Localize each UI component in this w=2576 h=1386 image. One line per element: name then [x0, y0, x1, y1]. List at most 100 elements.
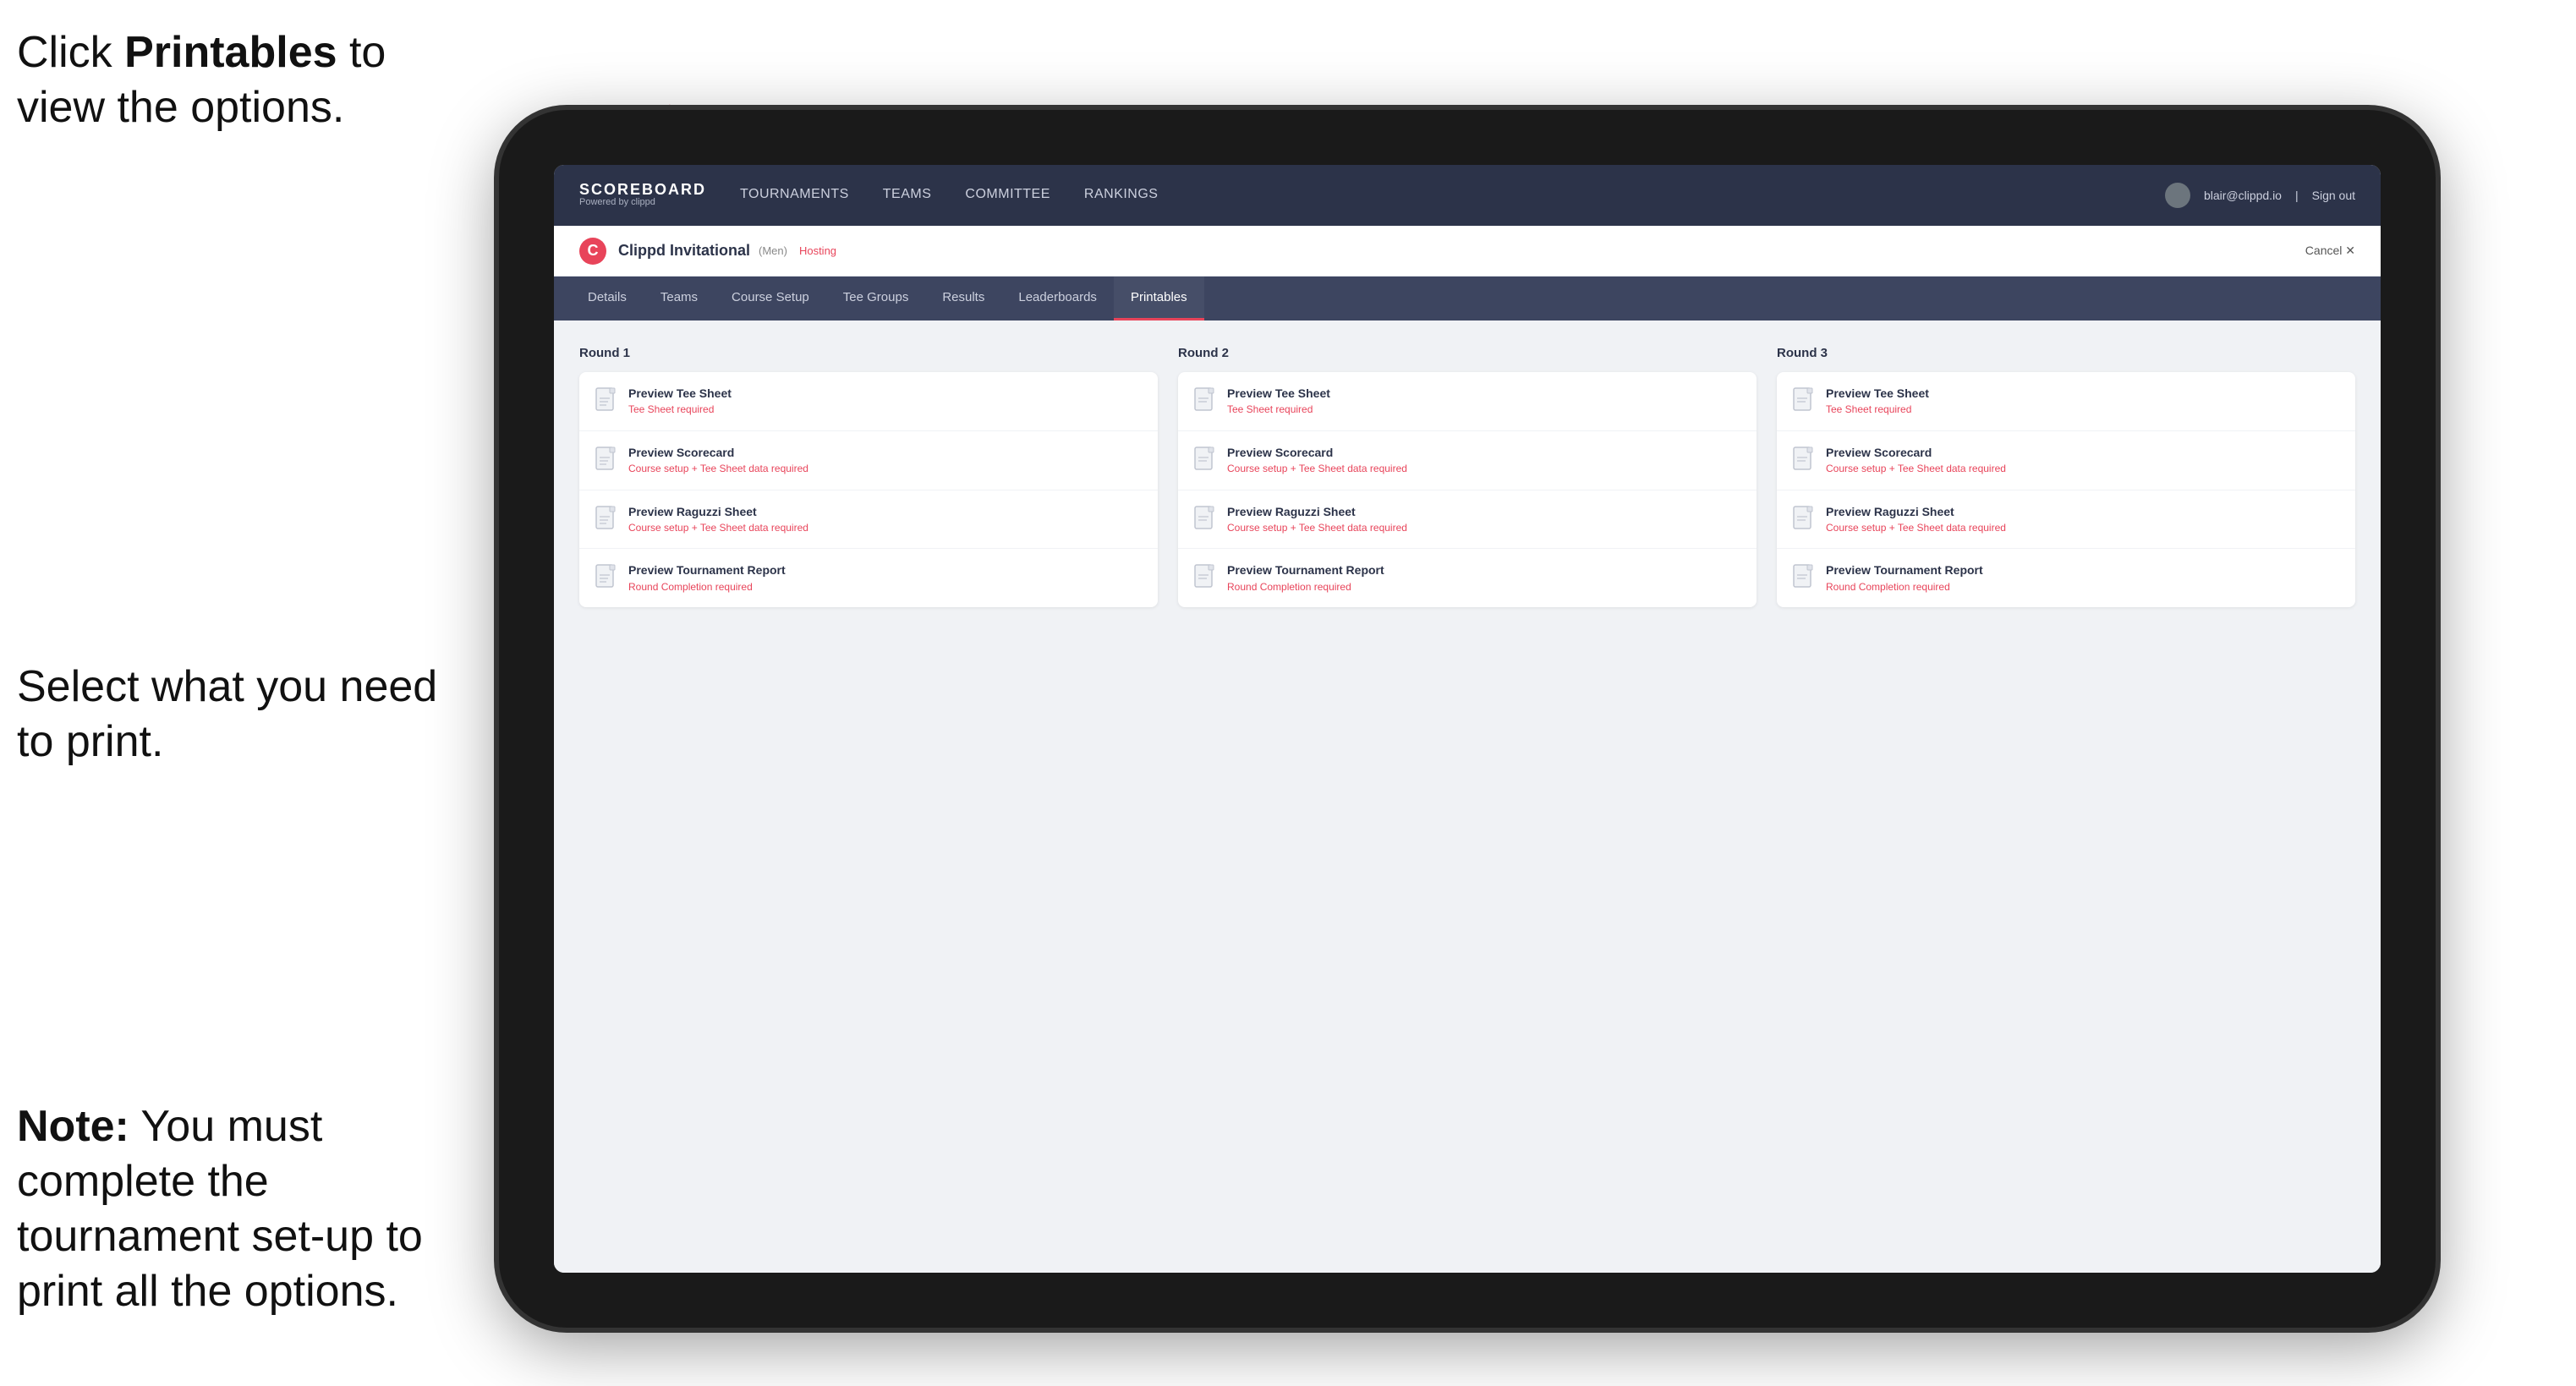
round3-report-sub: Round Completion required — [1826, 581, 2340, 594]
round1-raguzzi-title: Preview Raguzzi Sheet — [628, 504, 1143, 519]
round1-tee-sheet-title: Preview Tee Sheet — [628, 386, 1143, 401]
round2-tee-sheet-title: Preview Tee Sheet — [1227, 386, 1741, 401]
nav-teams[interactable]: TEAMS — [883, 184, 932, 207]
round2-raguzzi-title: Preview Raguzzi Sheet — [1227, 504, 1741, 519]
round2-raguzzi-sub: Course setup + Tee Sheet data required — [1227, 522, 1741, 535]
round2-scorecard-title: Preview Scorecard — [1227, 445, 1741, 460]
round2-tee-sheet-text: Preview Tee Sheet Tee Sheet required — [1227, 386, 1741, 417]
subnav-leaderboards[interactable]: Leaderboards — [1001, 277, 1114, 320]
round1-tee-sheet-sub: Tee Sheet required — [628, 403, 1143, 417]
round3-scorecard-title: Preview Scorecard — [1826, 445, 2340, 460]
round1-raguzzi-text: Preview Raguzzi Sheet Course setup + Tee… — [628, 504, 1143, 535]
round3-raguzzi-text: Preview Raguzzi Sheet Course setup + Tee… — [1826, 504, 2340, 535]
round3-raguzzi-title: Preview Raguzzi Sheet — [1826, 504, 2340, 519]
round1-tournament-report[interactable]: Preview Tournament Report Round Completi… — [579, 549, 1158, 607]
round-1-title: Round 1 — [579, 346, 1158, 360]
rounds-grid: Round 1 — [579, 346, 2355, 607]
round2-tournament-report[interactable]: Preview Tournament Report Round Completi… — [1178, 549, 1757, 607]
round2-tee-sheet[interactable]: Preview Tee Sheet Tee Sheet required — [1178, 372, 1757, 431]
round2-raguzzi[interactable]: Preview Raguzzi Sheet Course setup + Tee… — [1178, 490, 1757, 550]
round1-tee-sheet[interactable]: Preview Tee Sheet Tee Sheet required — [579, 372, 1158, 431]
round1-raguzzi-sub: Course setup + Tee Sheet data required — [628, 522, 1143, 535]
instruction-top: Click Printables to view the options. — [17, 25, 423, 135]
tournament-name: Clippd Invitational — [618, 242, 750, 260]
cancel-button[interactable]: Cancel ✕ — [2305, 244, 2355, 258]
round-3-title: Round 3 — [1777, 346, 2355, 360]
doc-icon — [1193, 387, 1217, 416]
round3-scorecard-sub: Course setup + Tee Sheet data required — [1826, 463, 2340, 476]
tournament-bar: C Clippd Invitational (Men) Hosting Canc… — [554, 226, 2381, 277]
round-2-cards: Preview Tee Sheet Tee Sheet required — [1178, 372, 1757, 607]
round3-raguzzi[interactable]: Preview Raguzzi Sheet Course setup + Tee… — [1777, 490, 2355, 550]
subnav-printables[interactable]: Printables — [1114, 277, 1204, 320]
round1-tee-sheet-text: Preview Tee Sheet Tee Sheet required — [628, 386, 1143, 417]
round1-report-title: Preview Tournament Report — [628, 562, 1143, 578]
round2-scorecard[interactable]: Preview Scorecard Course setup + Tee She… — [1178, 431, 1757, 490]
nav-rankings[interactable]: RANKINGS — [1084, 184, 1159, 207]
subnav-teams[interactable]: Teams — [644, 277, 715, 320]
round-3-cards: Preview Tee Sheet Tee Sheet required — [1777, 372, 2355, 607]
round2-report-title: Preview Tournament Report — [1227, 562, 1741, 578]
round2-scorecard-text: Preview Scorecard Course setup + Tee She… — [1227, 445, 1741, 476]
round1-raguzzi[interactable]: Preview Raguzzi Sheet Course setup + Tee… — [579, 490, 1158, 550]
top-nav-links: TOURNAMENTS TEAMS COMMITTEE RANKINGS — [740, 184, 2165, 207]
round-1-section: Round 1 — [579, 346, 1158, 607]
round1-report-text: Preview Tournament Report Round Completi… — [628, 562, 1143, 594]
round3-tee-sheet[interactable]: Preview Tee Sheet Tee Sheet required — [1777, 372, 2355, 431]
round3-scorecard[interactable]: Preview Scorecard Course setup + Tee She… — [1777, 431, 2355, 490]
tournament-logo: C — [579, 238, 606, 265]
sub-nav: Details Teams Course Setup Tee Groups Re… — [554, 277, 2381, 320]
round2-report-text: Preview Tournament Report Round Completi… — [1227, 562, 1741, 594]
round3-tee-sheet-sub: Tee Sheet required — [1826, 403, 2340, 417]
round3-tee-sheet-text: Preview Tee Sheet Tee Sheet required — [1826, 386, 2340, 417]
instruction-middle: Select what you need to print. — [17, 660, 457, 770]
round2-tee-sheet-sub: Tee Sheet required — [1227, 403, 1741, 417]
subnav-course-setup[interactable]: Course Setup — [715, 277, 826, 320]
tablet-frame: SCOREBOARD Powered by clippd TOURNAMENTS… — [499, 110, 2436, 1328]
round1-scorecard-sub: Course setup + Tee Sheet data required — [628, 463, 1143, 476]
tablet-screen: SCOREBOARD Powered by clippd TOURNAMENTS… — [554, 165, 2381, 1273]
logo-title: SCOREBOARD — [579, 182, 706, 197]
top-nav: SCOREBOARD Powered by clippd TOURNAMENTS… — [554, 165, 2381, 226]
doc-icon — [1193, 506, 1217, 534]
round1-scorecard[interactable]: Preview Scorecard Course setup + Tee She… — [579, 431, 1158, 490]
note-bold: Note: — [17, 1102, 129, 1151]
instruction-bottom: Note: You must complete the tournament s… — [17, 1099, 457, 1319]
user-avatar — [2165, 183, 2190, 208]
separator: | — [2295, 189, 2299, 202]
doc-icon — [595, 564, 618, 593]
nav-committee[interactable]: COMMITTEE — [965, 184, 1050, 207]
printables-bold: Printables — [124, 28, 337, 77]
subnav-details[interactable]: Details — [571, 277, 644, 320]
subnav-results[interactable]: Results — [925, 277, 1001, 320]
round3-tee-sheet-title: Preview Tee Sheet — [1826, 386, 2340, 401]
top-nav-right: blair@clippd.io | Sign out — [2165, 183, 2355, 208]
round2-report-sub: Round Completion required — [1227, 581, 1741, 594]
user-email: blair@clippd.io — [2204, 189, 2282, 202]
doc-icon — [1792, 387, 1816, 416]
round2-raguzzi-text: Preview Raguzzi Sheet Course setup + Tee… — [1227, 504, 1741, 535]
main-content: Round 1 — [554, 320, 2381, 1273]
doc-icon — [595, 446, 618, 475]
round1-report-sub: Round Completion required — [628, 581, 1143, 594]
round3-tournament-report[interactable]: Preview Tournament Report Round Completi… — [1777, 549, 2355, 607]
doc-icon — [1193, 564, 1217, 593]
doc-icon — [1792, 506, 1816, 534]
doc-icon — [595, 506, 618, 534]
round-3-section: Round 3 — [1777, 346, 2355, 607]
tournament-badge: (Men) — [759, 244, 787, 257]
doc-icon — [595, 387, 618, 416]
doc-icon — [1792, 446, 1816, 475]
subnav-tee-groups[interactable]: Tee Groups — [826, 277, 926, 320]
round-2-section: Round 2 — [1178, 346, 1757, 607]
round-1-cards: Preview Tee Sheet Tee Sheet required — [579, 372, 1158, 607]
round3-report-text: Preview Tournament Report Round Completi… — [1826, 562, 2340, 594]
round1-scorecard-text: Preview Scorecard Course setup + Tee She… — [628, 445, 1143, 476]
nav-tournaments[interactable]: TOURNAMENTS — [740, 184, 849, 207]
sign-out-link[interactable]: Sign out — [2312, 189, 2355, 202]
tournament-status: Hosting — [799, 244, 836, 257]
round3-report-title: Preview Tournament Report — [1826, 562, 2340, 578]
scoreboard-logo: SCOREBOARD Powered by clippd — [579, 182, 706, 208]
round2-scorecard-sub: Course setup + Tee Sheet data required — [1227, 463, 1741, 476]
logo-sub: Powered by clippd — [579, 197, 706, 208]
